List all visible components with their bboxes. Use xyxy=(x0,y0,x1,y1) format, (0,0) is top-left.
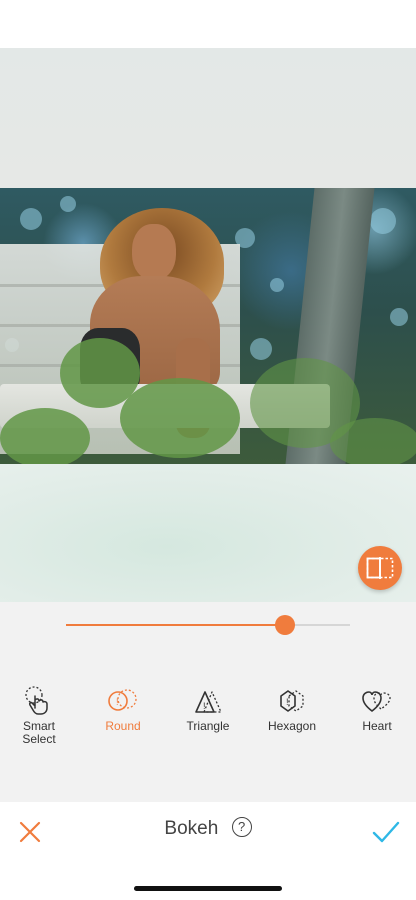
tool-hexagon[interactable]: ! Hexagon xyxy=(250,686,334,733)
intensity-slider[interactable] xyxy=(66,615,350,635)
slider-fill xyxy=(66,624,285,626)
tool-round[interactable]: ! Round xyxy=(81,686,165,733)
title-area: Bokeh ? xyxy=(0,816,416,840)
image-canvas xyxy=(0,48,416,602)
tool-triangle[interactable]: ! Triangle xyxy=(166,686,250,733)
bottom-toolbar: Bokeh ? xyxy=(0,802,416,900)
round-bokeh-icon: ! xyxy=(108,689,137,711)
compare-split-icon xyxy=(366,557,394,579)
checkmark-icon xyxy=(372,821,400,843)
hexagon-bokeh-icon: ! xyxy=(280,690,304,712)
compare-button[interactable] xyxy=(358,546,402,590)
home-indicator xyxy=(134,886,282,891)
svg-text:!: ! xyxy=(286,697,289,707)
tool-label: Round xyxy=(105,719,141,733)
slider-thumb[interactable] xyxy=(274,615,295,635)
bokeh-shape-list: Smart Select ! Round ! Triangle ! Hexago… xyxy=(0,686,416,756)
tool-smart-select[interactable]: Smart Select xyxy=(0,686,81,746)
tool-heart[interactable]: Heart xyxy=(335,686,416,733)
blurred-background-bottom xyxy=(0,464,416,602)
svg-text:!: ! xyxy=(116,697,119,707)
heart-bokeh-icon xyxy=(362,691,391,713)
blurred-background-top xyxy=(0,48,416,188)
tool-title: Bokeh xyxy=(164,818,219,839)
tool-label: Smart Select xyxy=(22,719,56,746)
bokeh-tool-panel: Smart Select ! Round ! Triangle ! Hexago… xyxy=(0,602,416,802)
triangle-bokeh-icon: ! xyxy=(195,691,222,713)
help-icon[interactable]: ? xyxy=(231,816,252,837)
person-face xyxy=(132,224,176,280)
tool-label: Hexagon xyxy=(267,719,317,733)
tool-label: Triangle xyxy=(186,719,230,733)
photo xyxy=(0,188,416,464)
hand-select-icon xyxy=(25,686,48,715)
svg-text:!: ! xyxy=(203,701,206,711)
confirm-button[interactable] xyxy=(372,820,400,844)
tool-label: Heart xyxy=(362,719,392,733)
